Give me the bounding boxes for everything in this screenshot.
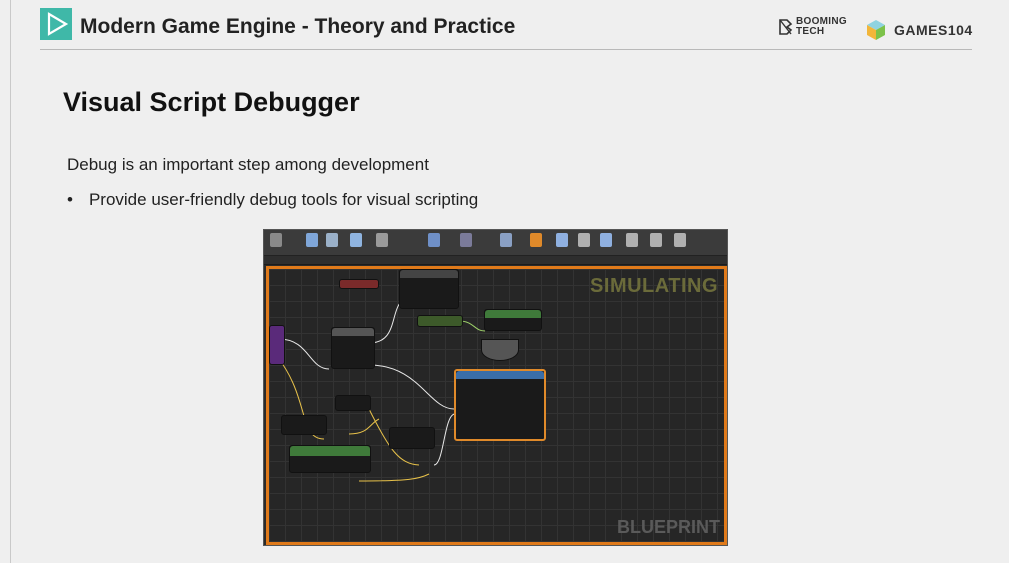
- toolbar-play-icon: [556, 233, 568, 247]
- graph-node: [339, 279, 379, 289]
- games104-text: GAMES104: [894, 22, 973, 38]
- toolbar-hide-icon: [350, 233, 362, 247]
- graph-node: [389, 427, 435, 449]
- graph-node: [269, 325, 285, 365]
- toolbar-step-icon: [626, 233, 638, 247]
- graph-node: [399, 269, 459, 309]
- graph-node: [289, 445, 371, 473]
- toolbar-settings-icon: [428, 233, 440, 247]
- blueprint-overlay: BLUEPRINT: [617, 517, 720, 537]
- booming-tech-logo: BOOMING TECH: [778, 17, 847, 37]
- slide-title: Visual Script Debugger: [63, 87, 360, 117]
- toolbar-step-over-icon: [650, 233, 662, 247]
- blueprint-graph-canvas: SIMULATING BLUEPRINT: [266, 266, 727, 545]
- active-graph-node: [454, 369, 546, 441]
- course-logo-icon: [40, 8, 72, 40]
- editor-toolbar: [264, 230, 727, 256]
- graph-node: [417, 315, 463, 327]
- toolbar-find-icon: [326, 233, 338, 247]
- booming-mark-icon: [779, 19, 793, 35]
- toolbar-eject-icon: [600, 233, 612, 247]
- toolbar-stop-icon: [578, 233, 590, 247]
- graph-node: [335, 395, 371, 411]
- left-margin-rule: [10, 0, 11, 563]
- games104-logo: GAMES104: [864, 18, 973, 42]
- toolbar-defaults-icon: [376, 233, 388, 247]
- toolbar-save-icon: [306, 233, 318, 247]
- graph-node: [481, 339, 519, 361]
- blueprint-debugger-screenshot: SIMULATING BLUEPRINT: [263, 229, 728, 546]
- toolbar-step-out-icon: [674, 233, 686, 247]
- toolbar-simulation-icon: [500, 233, 512, 247]
- bullet-mark: •: [67, 190, 73, 209]
- body-text: Debug is an important step among develop…: [67, 155, 429, 174]
- graph-node: [331, 327, 375, 369]
- toolbar-defaults-icon-2: [460, 233, 472, 247]
- graph-node: [281, 415, 327, 435]
- tech-text: TECH: [796, 26, 825, 37]
- bullet-text: Provide user-friendly debug tools for vi…: [88, 190, 479, 209]
- header-divider: [40, 49, 972, 50]
- course-title: Modern Game Engine - Theory and Practice: [80, 15, 516, 38]
- simulating-overlay: SIMULATING: [590, 275, 718, 297]
- bullet-item: • Provide user-friendly debug tools for …: [67, 190, 478, 210]
- toolbar-compile-icon: [270, 233, 282, 247]
- graph-node: [484, 309, 542, 331]
- games104-cube-icon: [867, 20, 885, 40]
- editor-tab-bar: [264, 256, 727, 265]
- toolbar-pause-icon: [530, 233, 542, 247]
